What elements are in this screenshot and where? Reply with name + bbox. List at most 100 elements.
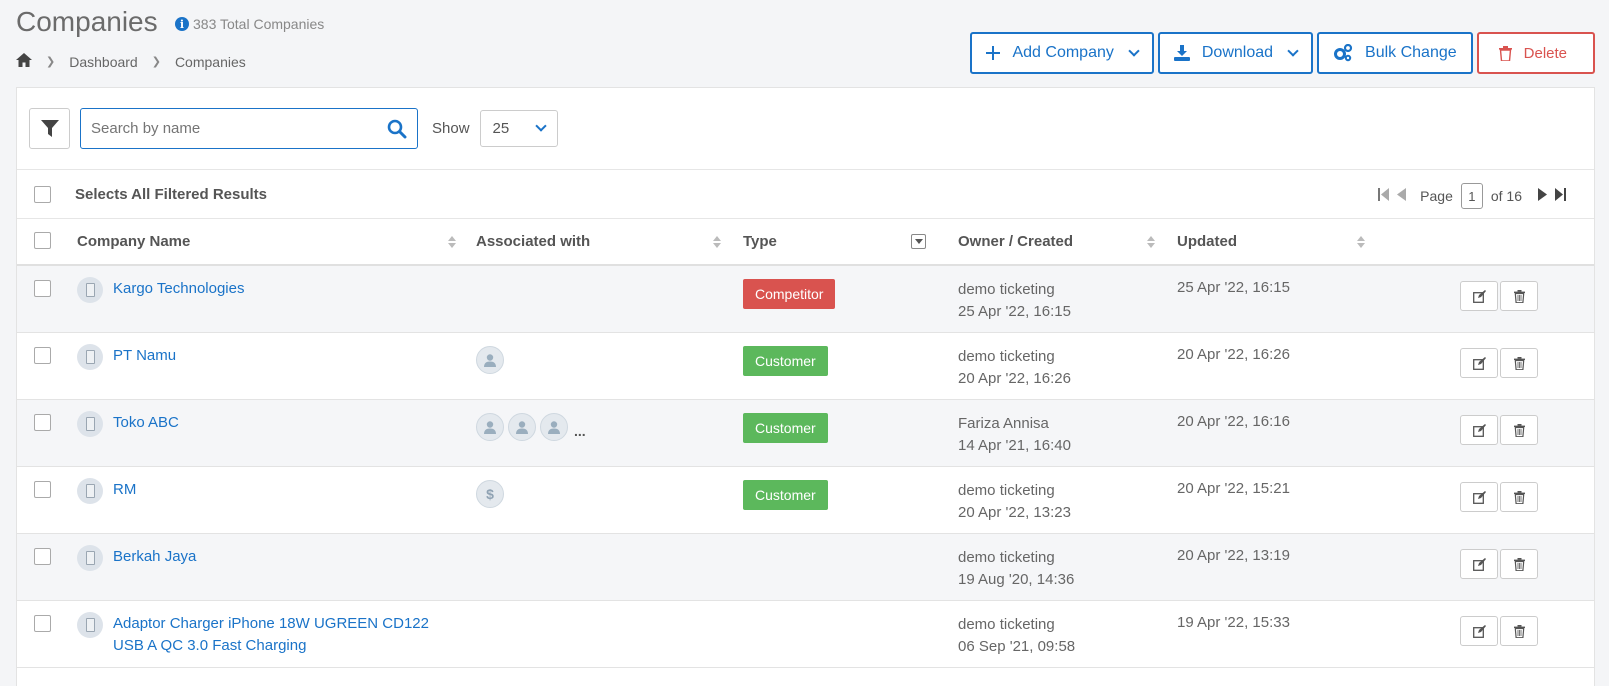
column-associated[interactable]: Associated with bbox=[476, 219, 721, 264]
page-total: of 16 bbox=[1490, 188, 1522, 204]
delete-row-button[interactable] bbox=[1500, 549, 1538, 579]
row-actions bbox=[1460, 482, 1538, 512]
updated-date: 20 Apr '22, 16:16 bbox=[1177, 413, 1290, 430]
edit-icon bbox=[1472, 289, 1486, 303]
table-row[interactable]: Berkah Jaya demo ticketing 19 Aug '20, 1… bbox=[17, 534, 1594, 601]
info-icon: i bbox=[175, 17, 189, 31]
next-page-icon[interactable] bbox=[1538, 188, 1547, 204]
company-cell: Adaptor Charger iPhone 18W UGREEN CD122 … bbox=[77, 612, 453, 657]
person-icon[interactable] bbox=[540, 413, 568, 441]
delete-row-button[interactable] bbox=[1500, 281, 1538, 311]
breadcrumb-dashboard[interactable]: Dashboard bbox=[69, 54, 138, 70]
column-owner[interactable]: Owner / Created bbox=[958, 219, 1155, 264]
sort-icon bbox=[1357, 235, 1365, 248]
owner-created: demo ticketing 06 Sep '21, 09:58 bbox=[958, 614, 1075, 658]
updated-date: 25 Apr '22, 16:15 bbox=[1177, 279, 1290, 296]
last-page-icon[interactable] bbox=[1555, 188, 1566, 204]
page-number-input[interactable]: 1 bbox=[1460, 183, 1483, 209]
type-badge: Customer bbox=[743, 480, 828, 510]
prev-page-icon[interactable] bbox=[1397, 188, 1407, 204]
delete-row-button[interactable] bbox=[1500, 415, 1538, 445]
row-checkbox[interactable] bbox=[34, 414, 51, 431]
add-company-button[interactable]: Add Company bbox=[970, 32, 1154, 74]
edit-icon bbox=[1472, 490, 1486, 504]
table-row[interactable]: Toko ABC ... Customer Fariza Annisa 14 A… bbox=[17, 400, 1594, 467]
row-checkbox[interactable] bbox=[34, 615, 51, 632]
search-box bbox=[80, 108, 418, 149]
delete-row-button[interactable] bbox=[1500, 482, 1538, 512]
trash-icon bbox=[1513, 624, 1525, 638]
row-checkbox[interactable] bbox=[34, 548, 51, 565]
trash-icon bbox=[1513, 557, 1525, 571]
building-icon bbox=[77, 344, 103, 370]
edit-button[interactable] bbox=[1460, 616, 1498, 646]
company-name-link[interactable]: Toko ABC bbox=[113, 412, 179, 434]
row-actions bbox=[1460, 616, 1538, 646]
trash-icon bbox=[1498, 45, 1512, 61]
edit-icon bbox=[1472, 557, 1486, 571]
created-date: 20 Apr '22, 16:26 bbox=[958, 370, 1071, 387]
building-icon bbox=[77, 478, 103, 504]
filter-icon bbox=[40, 119, 59, 137]
select-all-checkbox[interactable] bbox=[34, 185, 51, 203]
owner-name: demo ticketing bbox=[958, 482, 1055, 499]
owner-created: demo ticketing 20 Apr '22, 13:23 bbox=[958, 480, 1071, 524]
download-button[interactable]: Download bbox=[1157, 32, 1314, 74]
edit-button[interactable] bbox=[1460, 549, 1498, 579]
table-row[interactable]: Kargo Technologies Competitor demo ticke… bbox=[17, 266, 1594, 333]
building-icon bbox=[77, 277, 103, 303]
building-icon bbox=[77, 545, 103, 571]
pagination: Page 1 of 16 bbox=[1378, 183, 1566, 209]
bulk-change-button[interactable]: Bulk Change bbox=[1317, 32, 1473, 74]
dollar-icon[interactable]: $ bbox=[476, 480, 504, 508]
edit-icon bbox=[1472, 423, 1486, 437]
header-checkbox[interactable] bbox=[34, 232, 51, 249]
owner-name: demo ticketing bbox=[958, 616, 1055, 633]
delete-row-button[interactable] bbox=[1500, 348, 1538, 378]
created-date: 14 Apr '21, 16:40 bbox=[958, 437, 1071, 454]
person-icon[interactable] bbox=[508, 413, 536, 441]
row-checkbox[interactable] bbox=[34, 481, 51, 498]
owner-name: demo ticketing bbox=[958, 281, 1055, 298]
edit-button[interactable] bbox=[1460, 482, 1498, 512]
column-type[interactable]: Type bbox=[743, 219, 926, 264]
row-actions bbox=[1460, 549, 1538, 579]
chevron-down-icon bbox=[534, 120, 547, 132]
owner-created: demo ticketing 19 Aug '20, 14:36 bbox=[958, 547, 1074, 591]
person-icon[interactable] bbox=[476, 413, 504, 441]
search-input[interactable] bbox=[91, 120, 371, 137]
edit-button[interactable] bbox=[1460, 281, 1498, 311]
table-row[interactable]: Adaptor Charger iPhone 18W UGREEN CD122 … bbox=[17, 601, 1594, 668]
column-updated[interactable]: Updated bbox=[1177, 219, 1365, 264]
delete-button[interactable]: Delete bbox=[1476, 32, 1595, 74]
company-cell: Kargo Technologies bbox=[77, 277, 244, 303]
download-icon bbox=[1173, 45, 1190, 61]
search-icon[interactable] bbox=[387, 119, 407, 139]
person-icon[interactable] bbox=[476, 346, 504, 374]
table-row[interactable]: PT Namu Customer demo ticketing 20 Apr '… bbox=[17, 333, 1594, 400]
table-row[interactable]: RM $ Customer demo ticketing 20 Apr '22,… bbox=[17, 467, 1594, 534]
company-name-link[interactable]: Berkah Jaya bbox=[113, 546, 196, 568]
company-name-link[interactable]: Kargo Technologies bbox=[113, 278, 244, 300]
sort-icon bbox=[713, 235, 721, 248]
companies-panel: Show 25 Selects All Filtered Results Pag… bbox=[16, 87, 1595, 686]
home-icon[interactable] bbox=[16, 53, 32, 70]
delete-row-button[interactable] bbox=[1500, 616, 1538, 646]
table-body: Kargo Technologies Competitor demo ticke… bbox=[17, 266, 1594, 668]
more-associations[interactable]: ... bbox=[574, 423, 586, 439]
first-page-icon[interactable] bbox=[1378, 188, 1390, 204]
company-name-link[interactable]: RM bbox=[113, 479, 136, 501]
page-size-select[interactable]: 25 bbox=[479, 110, 558, 147]
dropdown-filter-icon[interactable] bbox=[911, 234, 926, 249]
company-cell: PT Namu bbox=[77, 344, 176, 370]
row-checkbox[interactable] bbox=[34, 347, 51, 364]
company-name-link[interactable]: Adaptor Charger iPhone 18W UGREEN CD122 … bbox=[113, 613, 453, 657]
select-all-bar: Selects All Filtered Results Page 1 of 1… bbox=[17, 170, 1594, 219]
filter-button[interactable] bbox=[29, 108, 70, 149]
row-checkbox[interactable] bbox=[34, 280, 51, 297]
company-name-link[interactable]: PT Namu bbox=[113, 345, 176, 367]
edit-button[interactable] bbox=[1460, 348, 1498, 378]
edit-button[interactable] bbox=[1460, 415, 1498, 445]
column-company-name[interactable]: Company Name bbox=[77, 219, 456, 264]
owner-created: demo ticketing 20 Apr '22, 16:26 bbox=[958, 346, 1071, 390]
